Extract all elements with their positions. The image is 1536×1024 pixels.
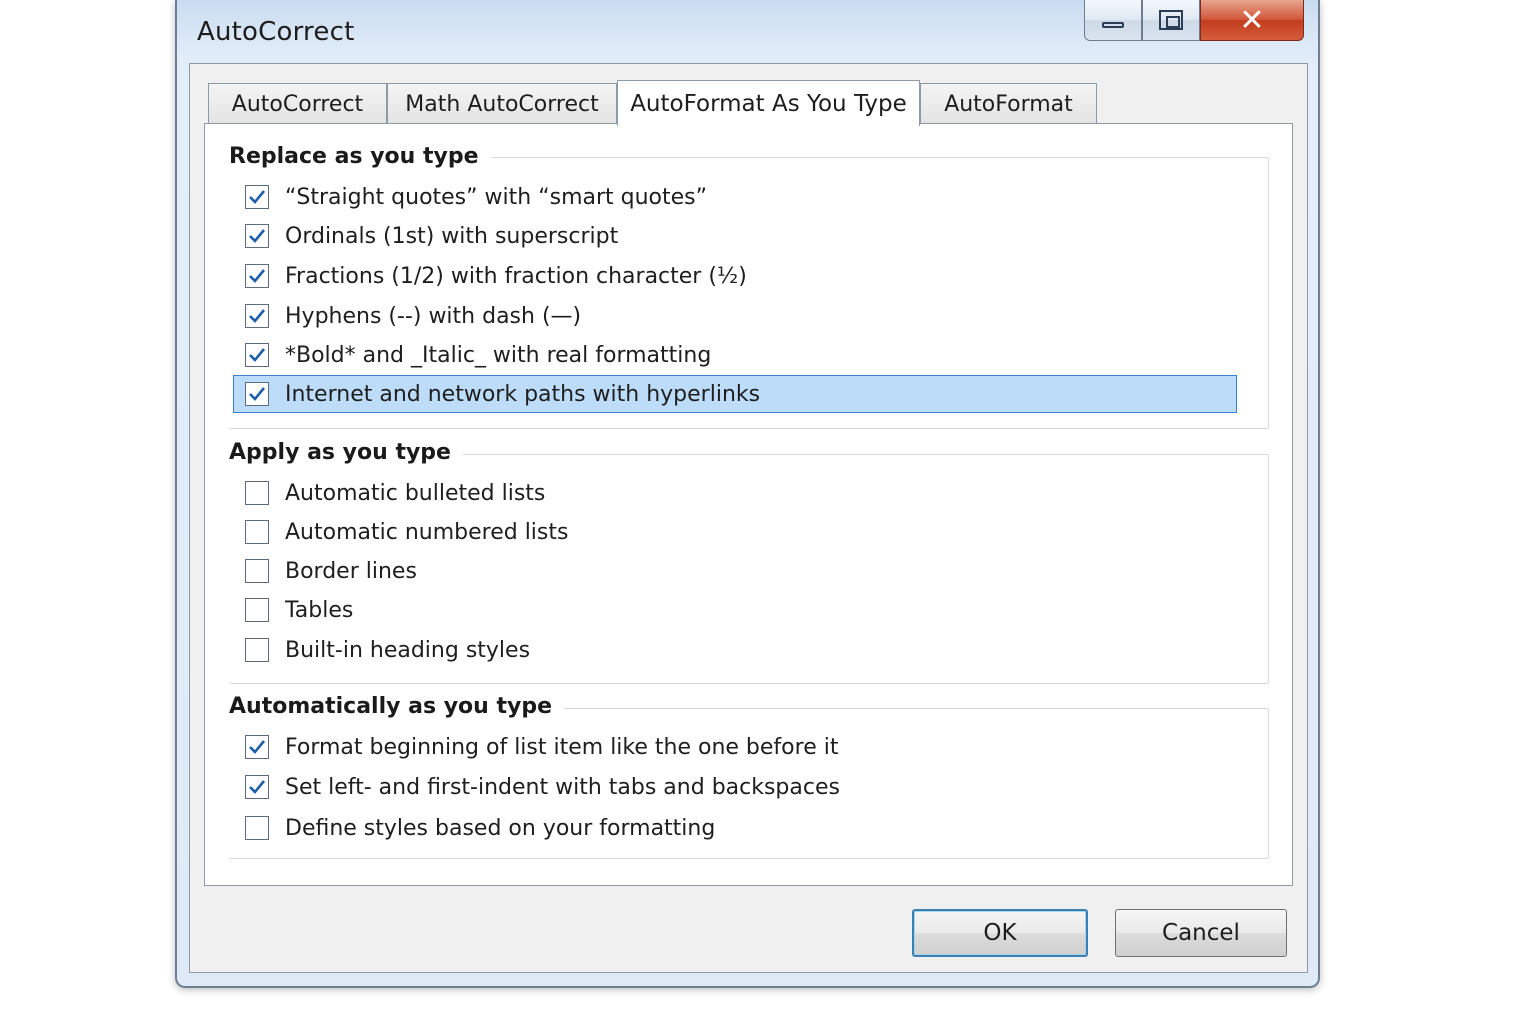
checkmark-icon — [249, 740, 266, 754]
group-automatically-as-you-type: Automatically as you type Format beginni… — [229, 694, 1269, 859]
checkbox[interactable] — [245, 185, 269, 209]
cancel-button[interactable]: Cancel — [1115, 909, 1287, 957]
option-label: Ordinals (1st) with superscript — [285, 223, 619, 249]
checkbox[interactable] — [245, 304, 269, 328]
option-label: Set left- and first-indent with tabs and… — [285, 774, 840, 800]
minimize-icon — [1102, 22, 1124, 28]
option-label: Automatic bulleted lists — [285, 480, 546, 506]
option-smart-quotes[interactable]: “Straight quotes” with “smart quotes” — [245, 180, 707, 214]
option-label: “Straight quotes” with “smart quotes” — [285, 184, 708, 210]
checkmark-icon — [249, 269, 266, 283]
checkbox[interactable] — [245, 816, 269, 840]
ok-button[interactable]: OK — [912, 909, 1088, 957]
close-icon: ✕ — [1239, 2, 1265, 38]
option-label: Border lines — [285, 558, 417, 584]
option-numbered-lists[interactable]: Automatic numbered lists — [245, 515, 568, 549]
checkmark-icon — [249, 309, 266, 323]
option-label: Format beginning of list item like the o… — [285, 734, 839, 760]
checkbox[interactable] — [245, 735, 269, 759]
option-fractions[interactable]: Fractions (1/2) with fraction character … — [245, 259, 747, 293]
checkbox[interactable] — [245, 638, 269, 662]
minimize-button[interactable] — [1084, 0, 1142, 41]
checkbox[interactable] — [245, 343, 269, 367]
tab-autoformat-as-you-type[interactable]: AutoFormat As You Type — [617, 80, 920, 126]
close-button[interactable]: ✕ — [1200, 0, 1304, 41]
option-label: Built-in heading styles — [285, 637, 531, 663]
option-ordinals[interactable]: Ordinals (1st) with superscript — [245, 219, 618, 253]
maximize-button[interactable] — [1142, 0, 1200, 41]
autocorrect-dialog: AutoCorrect ✕ AutoCorrect Math AutoCorre… — [175, 0, 1320, 988]
option-label: Internet and network paths with hyperlin… — [285, 381, 761, 407]
checkbox[interactable] — [245, 598, 269, 622]
checkbox[interactable] — [245, 264, 269, 288]
option-bulleted-lists[interactable]: Automatic bulleted lists — [245, 476, 545, 510]
checkmark-icon — [249, 348, 266, 362]
caption-buttons: ✕ — [1084, 0, 1304, 43]
checkbox[interactable] — [245, 382, 269, 406]
tab-autoformat[interactable]: AutoFormat — [920, 83, 1097, 125]
checkbox[interactable] — [245, 559, 269, 583]
group-replace-as-you-type: Replace as you type “Straight quotes” wi… — [229, 144, 1269, 429]
checkbox[interactable] — [245, 775, 269, 799]
option-define-styles[interactable]: Define styles based on your formatting — [245, 811, 715, 845]
option-tables[interactable]: Tables — [245, 593, 353, 627]
option-label: Fractions (1/2) with fraction character … — [285, 263, 747, 289]
checkmark-icon — [249, 780, 266, 794]
checkmark-icon — [249, 190, 266, 204]
group-title: Replace as you type — [229, 144, 491, 169]
option-set-indent[interactable]: Set left- and first-indent with tabs and… — [245, 770, 840, 804]
checkbox[interactable] — [245, 481, 269, 505]
option-label: Define styles based on your formatting — [285, 815, 716, 841]
option-border-lines[interactable]: Border lines — [245, 554, 417, 588]
checkbox[interactable] — [245, 224, 269, 248]
option-format-list-item[interactable]: Format beginning of list item like the o… — [245, 730, 838, 764]
option-hyperlinks[interactable]: Internet and network paths with hyperlin… — [233, 375, 1237, 413]
tab-panel: Replace as you type “Straight quotes” wi… — [204, 123, 1293, 886]
option-bold-italic[interactable]: *Bold* and _Italic_ with real formatting — [245, 338, 711, 372]
checkbox[interactable] — [245, 520, 269, 544]
tab-math-autocorrect[interactable]: Math AutoCorrect — [387, 83, 617, 125]
option-hyphens[interactable]: Hyphens (--) with dash (—) — [245, 299, 581, 333]
option-label: *Bold* and _Italic_ with real formatting — [285, 342, 712, 368]
option-heading-styles[interactable]: Built-in heading styles — [245, 633, 530, 667]
checkmark-icon — [249, 229, 266, 243]
dialog-client-area: AutoCorrect Math AutoCorrect AutoFormat … — [189, 63, 1308, 973]
option-label: Tables — [285, 597, 354, 623]
group-title: Apply as you type — [229, 440, 463, 465]
option-label: Automatic numbered lists — [285, 519, 569, 545]
group-title: Automatically as you type — [229, 694, 565, 719]
title-bar[interactable]: AutoCorrect ✕ — [177, 0, 1318, 62]
checkmark-icon — [249, 387, 266, 401]
maximize-icon — [1159, 10, 1183, 30]
group-apply-as-you-type: Apply as you type Automatic bulleted lis… — [229, 440, 1269, 684]
option-label: Hyphens (--) with dash (—) — [285, 303, 582, 329]
window-title: AutoCorrect — [197, 17, 355, 47]
tab-autocorrect[interactable]: AutoCorrect — [208, 83, 387, 125]
